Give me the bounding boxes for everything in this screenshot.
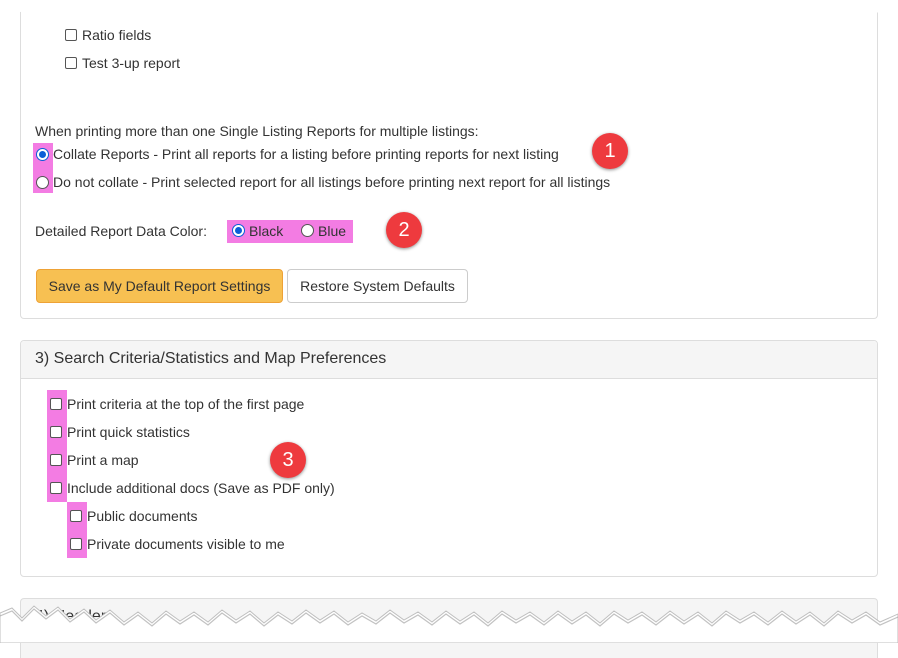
torn-edge-decoration: [0, 0, 898, 643]
